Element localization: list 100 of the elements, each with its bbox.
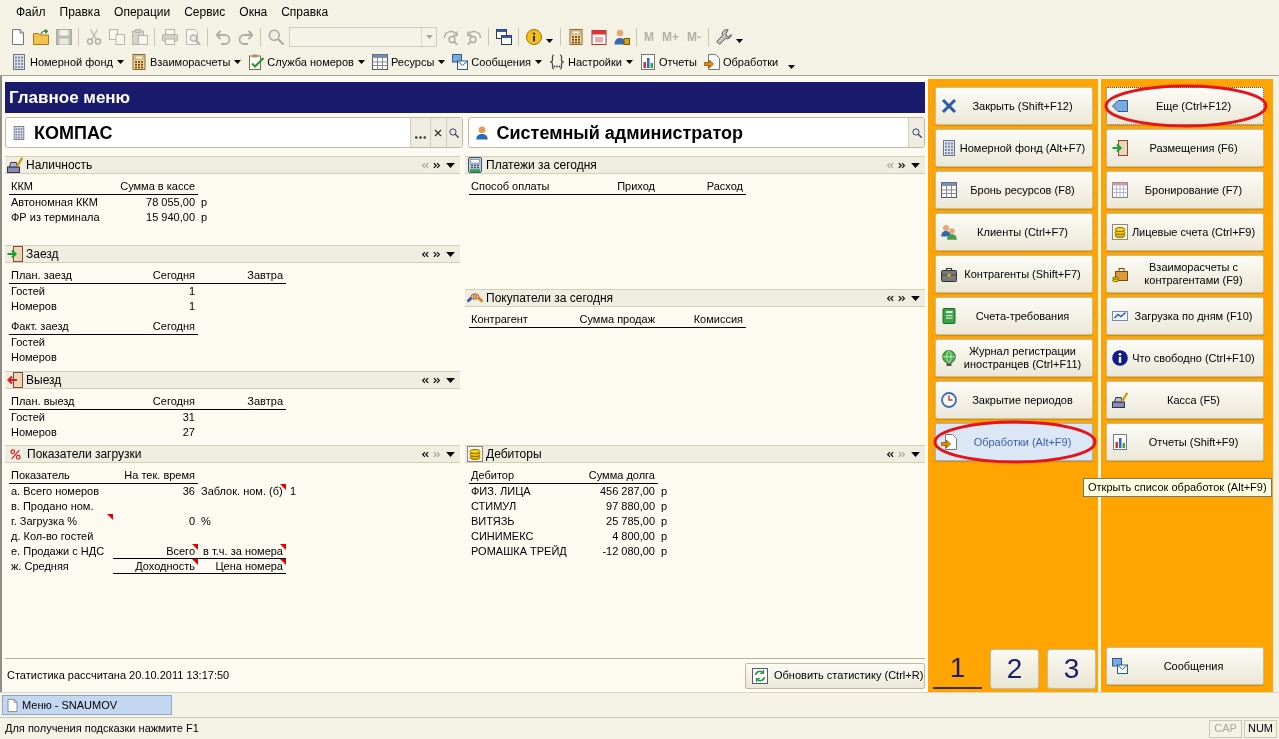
overflow-caret-icon[interactable]	[788, 65, 796, 69]
table-cell-text: РОМАШКА ТРЕЙД	[470, 544, 568, 558]
menu-item[interactable]: Правка	[52, 2, 108, 22]
user-lock-icon[interactable]	[613, 28, 630, 45]
caret-down-icon[interactable]	[911, 295, 920, 301]
table-cell-text: Доходность	[134, 559, 195, 573]
table-cell-text: 15 940,00	[145, 210, 195, 224]
taskbar-tab[interactable]: Меню - SNAUMOV	[2, 695, 172, 715]
menu-item[interactable]: Справка	[274, 2, 336, 22]
door-arrow-icon	[1112, 140, 1128, 156]
table-cell-text: р	[660, 499, 669, 513]
caret-down-icon[interactable]	[736, 38, 743, 43]
key-indicator: NUM	[1244, 719, 1277, 738]
caret-down-icon[interactable]	[546, 38, 553, 43]
chevrons-left-icon[interactable]	[421, 376, 429, 384]
toolbar-button[interactable]: Взаиморасчеты	[127, 51, 245, 73]
table-cell-text: 1	[187, 284, 195, 298]
menu-item[interactable]: Сервис	[177, 2, 233, 22]
command-button[interactable]: Клиенты (Ctrl+F7)	[935, 213, 1093, 251]
toolbar-button[interactable]: Сообщения	[449, 51, 546, 73]
column-header: Сегодня	[152, 269, 195, 281]
table-cell-text: Гостей	[10, 335, 46, 349]
table-cell-text: ФР из терминала	[10, 210, 101, 224]
search-icon	[449, 127, 459, 138]
table-cell-text: в. Продано ном.	[10, 499, 95, 513]
menu-item[interactable]: Файл	[9, 2, 53, 22]
toolbar-button[interactable]: Номерной фонд	[8, 51, 127, 73]
command-button[interactable]: Взаиморасчеты с контрагентами (F9)	[1106, 255, 1264, 293]
calendar-grid-icon	[1112, 182, 1128, 198]
chevrons-left-icon[interactable]	[421, 250, 429, 258]
command-button[interactable]: Бронирование (F7)	[1106, 171, 1264, 209]
caret-down-icon[interactable]	[446, 451, 455, 457]
chevrons-right-icon[interactable]	[898, 294, 906, 302]
calendar-icon[interactable]	[590, 28, 607, 45]
table-cell-text: Заблок. ном. (б)	[200, 484, 283, 498]
chevrons-left-icon[interactable]	[886, 294, 894, 302]
command-button[interactable]: Журнал регистрации иностранцев (Ctrl+F11)	[935, 339, 1093, 377]
chevrons-right-icon[interactable]	[433, 376, 441, 384]
chevrons-left-icon[interactable]	[886, 450, 894, 458]
chevrons-right-icon[interactable]	[433, 250, 441, 258]
clock-icon	[941, 392, 957, 408]
command-button[interactable]: Размещения (F6)	[1106, 129, 1264, 167]
stacked-windows-icon[interactable]	[495, 28, 512, 45]
refresh-button[interactable]: Обновить статистику (Ctrl+R)	[745, 662, 925, 689]
command-button[interactable]: Номерной фонд (Alt+F7)	[935, 129, 1093, 167]
caret-down-icon[interactable]	[446, 251, 455, 257]
table-cell-text: е. Продажи с НДС	[10, 544, 106, 558]
command-button[interactable]: Сообщения	[1106, 647, 1264, 685]
info-icon[interactable]	[526, 28, 542, 45]
caret-down-icon[interactable]	[446, 162, 455, 168]
page-tab[interactable]: 1	[933, 649, 982, 689]
table-cell-text: г. Загрузка %	[10, 514, 79, 528]
bar-chart-icon	[1112, 434, 1128, 450]
command-button[interactable]: Касса (F5)	[1106, 381, 1264, 419]
command-button[interactable]: Закрыть (Shift+F12)	[935, 87, 1093, 125]
caret-down-icon[interactable]	[911, 451, 920, 457]
chevrons-right-icon[interactable]	[433, 161, 441, 169]
search-button[interactable]	[908, 118, 924, 147]
user-field[interactable]: Системный администратор	[467, 117, 925, 148]
wrench-icon[interactable]	[716, 28, 732, 45]
chevrons-left-icon[interactable]	[421, 450, 429, 458]
page-tab[interactable]: 2	[990, 649, 1039, 689]
toolbar-button[interactable]: Отчеты	[636, 51, 700, 73]
command-button[interactable]: Что свободно (Ctrl+F10)	[1106, 339, 1264, 377]
column-header: На тек. время	[124, 469, 195, 481]
menu-item[interactable]: Окна	[232, 2, 275, 22]
organization-field[interactable]: КОМПАС	[5, 117, 463, 148]
command-button[interactable]: Бронь ресурсов (F8)	[935, 171, 1093, 209]
menu-item[interactable]: Операции	[107, 2, 178, 22]
caret-down-icon	[116, 60, 124, 64]
chevrons-right-icon[interactable]	[898, 161, 906, 169]
table-cell-text: СИНИМЕКС	[470, 529, 535, 543]
caret-down-icon	[234, 60, 242, 64]
toolbar-button[interactable]: Обработки	[701, 51, 782, 73]
document-arrow-icon	[941, 434, 957, 450]
clipboard-check-icon	[248, 54, 265, 70]
column-header: Приход	[617, 180, 655, 192]
toolbar-button[interactable]: Настройки	[546, 51, 636, 73]
line-chart-icon	[1112, 308, 1128, 324]
folder-icon[interactable]	[32, 28, 49, 45]
command-button[interactable]: Лицевые счета (Ctrl+F9)	[1106, 213, 1264, 251]
table-cell-text: Номеров	[10, 299, 58, 313]
table-cell-text: 25 785,00	[605, 514, 655, 528]
caret-down-icon	[625, 60, 633, 64]
toolbar-button[interactable]: Служба номеров	[245, 51, 368, 73]
document-icon[interactable]	[9, 28, 26, 45]
command-button[interactable]: Контрагенты (Shift+F7)	[935, 255, 1093, 293]
payment-terminal-icon	[467, 157, 483, 173]
info-icon	[1112, 350, 1128, 366]
caret-down-icon[interactable]	[446, 377, 455, 383]
command-button[interactable]: Отчеты (Shift+F9)	[1106, 423, 1264, 461]
choice-button[interactable]	[409, 118, 430, 147]
page-tab[interactable]: 3	[1047, 649, 1096, 689]
table-cell-text: 78 055,00	[145, 195, 195, 209]
command-button[interactable]: Закрытие периодов	[935, 381, 1093, 419]
command-button[interactable]: Загрузка по дням (F10)	[1106, 297, 1264, 335]
command-button[interactable]: Счета-требования	[935, 297, 1093, 335]
calculator-icon[interactable]	[567, 28, 584, 45]
caret-down-icon[interactable]	[911, 162, 920, 168]
toolbar-button[interactable]: Ресурсы	[368, 51, 449, 73]
